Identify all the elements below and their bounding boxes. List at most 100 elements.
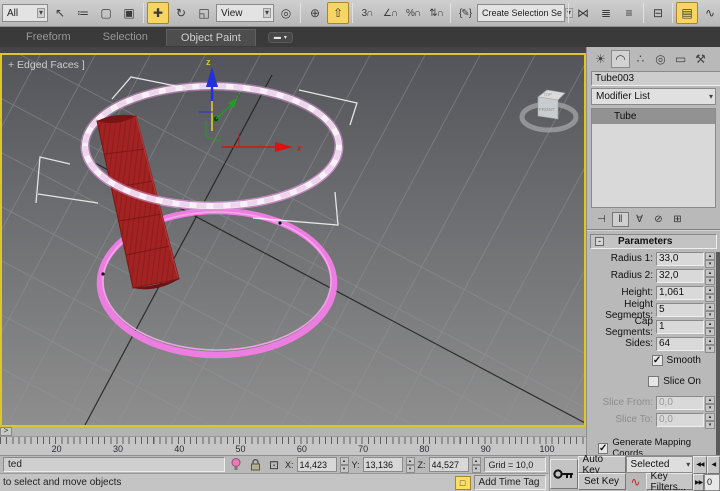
toolbar-icon[interactable]: ⇧ [327,2,349,24]
spinner-control[interactable]: ▴ ▾ [705,286,715,300]
command-panel-tab-icon[interactable]: ◎ [651,50,670,68]
transform-tool-icon[interactable]: ↻ [170,2,192,24]
spinner-control[interactable]: ▴ ▾ [705,252,715,266]
transform-tool-icon[interactable]: ◱ [193,2,215,24]
command-panel-tab-icon[interactable]: ◠ [611,50,630,68]
pivot-center-icon[interactable]: ◎ [275,2,297,24]
isolate-selection-icon[interactable] [228,457,244,472]
snap-icon[interactable]: 3∩ [356,2,378,24]
spinner-up-icon[interactable]: ▴ [705,337,715,345]
stack-button-icon[interactable]: ⊘ [650,212,667,227]
y-coord-field[interactable] [363,457,403,472]
spinner-down-icon[interactable]: ▾ [705,345,715,353]
time-tag-cube-icon[interactable]: □ [455,476,471,490]
key-filters-button[interactable]: Key Filters... [646,473,694,490]
collapse-icon[interactable]: - [595,237,604,246]
command-panel-tab-icon[interactable]: ▭ [671,50,690,68]
toolbar-icon[interactable]: ∿ [699,2,720,24]
viewport-label[interactable]: + Edged Faces ] [8,59,85,71]
selection-filter-dropdown[interactable]: All ▾ [2,4,48,22]
named-selection-set-dropdown[interactable]: Create Selection Se ▾ [477,4,565,22]
previous-frame-button[interactable]: ◀ [707,456,720,474]
track-bar-ruler[interactable]: 2030405060708090100 [0,437,586,455]
spinner-down-icon[interactable]: ▾ [705,294,715,302]
x-coord-field[interactable] [297,457,337,472]
stack-button-icon[interactable]: ‖ [612,212,629,227]
toolbar-icon[interactable]: ≡ [618,2,640,24]
toolbar-icon[interactable]: ▤ [676,2,698,24]
smooth-checkbox[interactable]: ✓ [652,355,663,366]
toolbar-icon[interactable]: ≣ [595,2,617,24]
spinner-down-icon[interactable]: ▾ [705,328,715,336]
viewcube-front-label[interactable]: FRONT [539,107,555,112]
generate-mapping-coords-checkbox[interactable]: ✓ [598,443,608,454]
ribbon-tab[interactable]: Selection [89,29,162,46]
modifier-list-dropdown[interactable]: Modifier List ▾ [591,88,716,105]
spinner-up-icon[interactable]: ▴ [705,303,715,311]
slice-on-checkbox[interactable]: ✓ [648,376,659,387]
toolbar-icon[interactable]: ⋈ [572,2,594,24]
set-key-button[interactable]: Set Key [578,473,626,490]
stack-button-icon[interactable]: ∀ [631,212,648,227]
parameter-field[interactable] [656,286,704,300]
parameter-field[interactable] [656,337,704,351]
reference-coordinate-dropdown[interactable]: View ▾ [216,4,274,22]
stack-button-icon[interactable]: ⊣ [593,212,610,227]
selection-lock-icon[interactable] [247,457,263,472]
spinner-down-icon[interactable]: ▾ [705,260,715,268]
toolbar-icon[interactable]: ⊕ [304,2,326,24]
viewcube-top-label[interactable]: TOP [543,92,552,98]
perspective-viewport[interactable]: z y x [0,53,586,427]
absolute-mode-icon[interactable]: ⊡ [266,457,282,472]
spinner-control[interactable]: ▴▾ [406,457,415,472]
spinner-control[interactable]: ▴ ▾ [705,269,715,283]
named-selection-sets-icon[interactable]: {✎} [454,2,476,24]
command-panel-tab-icon[interactable]: ☀ [591,50,610,68]
auto-key-button[interactable]: Auto Key [578,456,626,473]
transform-tool-icon[interactable]: ✚ [147,2,169,24]
parameter-field[interactable] [656,269,704,283]
go-to-end-button[interactable]: ▶▶ [693,474,704,491]
spinner-control[interactable]: ▴▾ [340,457,349,472]
spinner-up-icon[interactable]: ▴ [705,286,715,294]
z-coord-field[interactable] [429,457,469,472]
spinner-control[interactable]: ▴ ▾ [705,303,715,317]
panel-scrollbar[interactable] [716,252,720,455]
spinner-control[interactable]: ▴▾ [472,457,481,472]
command-panel-tab-icon[interactable]: ∴ [631,50,650,68]
go-to-start-button[interactable]: ◀◀ [693,456,706,474]
time-slider-track[interactable]: > [0,427,586,437]
set-keys-button[interactable] [550,459,578,489]
parameter-field[interactable] [656,303,704,317]
object-name-field[interactable] [591,71,720,86]
time-slider-next-button[interactable]: > [0,427,12,436]
snap-icon[interactable]: %∩ [402,2,424,24]
viewport-canvas[interactable]: z y x [2,55,584,425]
toolbar-icon[interactable]: ▢ [95,2,117,24]
spinner-up-icon[interactable]: ▴ [705,269,715,277]
spinner-down-icon[interactable]: ▾ [705,311,715,319]
spinner-control[interactable]: ▴ ▾ [705,320,715,334]
toolbar-icon[interactable]: ↖ [49,2,71,24]
snap-icon[interactable]: ∠∩ [379,2,401,24]
toolbar-icon[interactable]: ⊟ [647,2,669,24]
parameters-rollout-header[interactable]: - Parameters [590,234,717,249]
current-frame-field[interactable] [704,474,720,491]
snap-icon[interactable]: ⇅∩ [425,2,447,24]
parameter-field[interactable] [656,252,704,266]
default-tangent-curve-icon[interactable]: ∿ [626,473,646,491]
spinner-down-icon[interactable]: ▾ [705,277,715,285]
add-time-tag-field[interactable]: Add Time Tag [474,475,546,490]
spinner-control[interactable]: ▴ ▾ [705,337,715,351]
parameter-field[interactable] [656,320,704,334]
command-panel-tab-icon[interactable]: ⚒ [691,50,710,68]
ribbon-overflow-button[interactable]: ▬ ▾ [268,32,293,43]
ribbon-tab[interactable]: Object Paint [166,29,256,46]
modifier-stack-item[interactable]: Tube [592,109,715,124]
modifier-stack[interactable]: Tube [591,108,716,208]
spinner-up-icon[interactable]: ▴ [705,320,715,328]
spinner-up-icon[interactable]: ▴ [705,252,715,260]
ribbon-tab[interactable]: Freeform [12,29,85,46]
stack-button-icon[interactable]: ⊞ [669,212,686,227]
toolbar-icon[interactable]: ▣ [118,2,140,24]
